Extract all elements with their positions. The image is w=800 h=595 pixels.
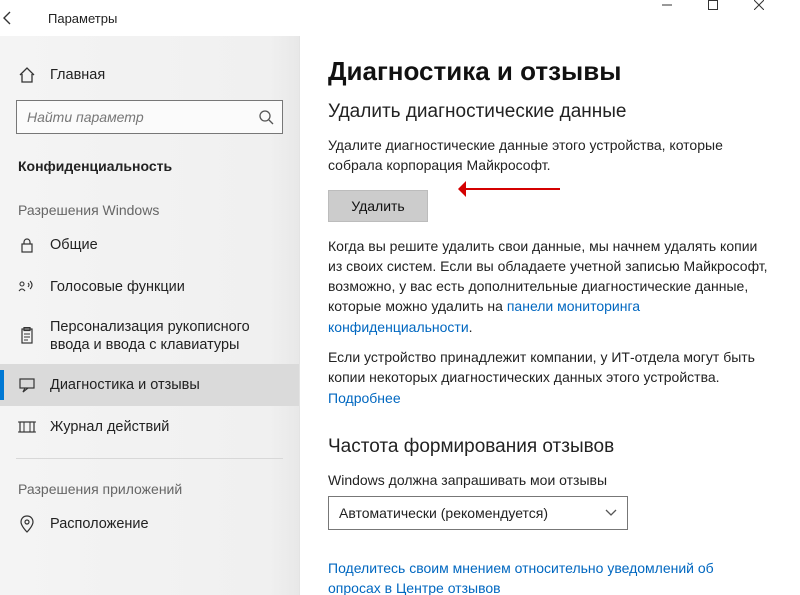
sidebar-item-label: Голосовые функции bbox=[50, 278, 283, 296]
back-button[interactable] bbox=[0, 10, 44, 26]
search-input[interactable] bbox=[16, 100, 283, 134]
minimize-button[interactable] bbox=[662, 0, 708, 36]
feedback-frequency-select[interactable]: Автоматически (рекомендуется) bbox=[328, 496, 628, 530]
delete-button[interactable]: Удалить bbox=[328, 190, 428, 222]
intro-text: Удалите диагностические данные этого уст… bbox=[328, 135, 768, 176]
sidebar: Главная Конфиденциальность Разрешения Wi… bbox=[0, 36, 300, 595]
lock-icon bbox=[18, 236, 36, 254]
location-icon bbox=[18, 515, 36, 533]
feedback-frequency-value: Автоматически (рекомендуется) bbox=[339, 505, 548, 521]
feedback-label: Windows должна запрашивать мои отзывы bbox=[328, 472, 772, 488]
chevron-down-icon bbox=[605, 509, 617, 517]
annotation-arrow bbox=[450, 185, 560, 193]
section-subheading: Удалить диагностические данные bbox=[328, 101, 772, 123]
sidebar-group-windows: Разрешения Windows bbox=[0, 180, 299, 224]
sidebar-item-label: Общие bbox=[50, 236, 283, 254]
sidebar-home-label: Главная bbox=[50, 66, 283, 84]
sidebar-item-activity[interactable]: Журнал действий bbox=[0, 406, 299, 448]
sidebar-item-label: Диагностика и отзывы bbox=[50, 376, 283, 394]
after-delete-text: Когда вы решите удалить свои данные, мы … bbox=[328, 236, 768, 337]
title-bar: Параметры bbox=[0, 0, 800, 36]
feedback-icon bbox=[18, 376, 36, 394]
feedback-frequency-heading: Частота формирования отзывов bbox=[328, 436, 772, 458]
page-title: Диагностика и отзывы bbox=[328, 56, 772, 87]
sidebar-item-speech[interactable]: Голосовые функции bbox=[0, 266, 299, 308]
sidebar-item-label: Журнал действий bbox=[50, 418, 283, 436]
share-opinion: Поделитесь своим мнением относительно ув… bbox=[328, 558, 768, 595]
window-title: Параметры bbox=[44, 11, 662, 26]
clipboard-icon bbox=[18, 327, 36, 345]
after-delete-post: . bbox=[469, 319, 473, 335]
search-container bbox=[16, 100, 283, 134]
search-icon[interactable] bbox=[249, 100, 283, 134]
home-icon bbox=[18, 66, 36, 84]
close-button[interactable] bbox=[754, 0, 800, 36]
sidebar-home[interactable]: Главная bbox=[0, 54, 299, 96]
sidebar-item-inking[interactable]: Персонализация рукописного ввода и ввода… bbox=[0, 308, 299, 364]
learn-more-link[interactable]: Подробнее bbox=[328, 390, 401, 406]
sidebar-group-apps: Разрешения приложений bbox=[0, 459, 299, 503]
speech-icon bbox=[18, 278, 36, 296]
activity-icon bbox=[18, 418, 36, 436]
maximize-button[interactable] bbox=[708, 0, 754, 36]
sidebar-item-general[interactable]: Общие bbox=[0, 224, 299, 266]
sidebar-current-section: Конфиденциальность bbox=[0, 148, 299, 180]
sidebar-item-diagnostics[interactable]: Диагностика и отзывы bbox=[0, 364, 299, 406]
sidebar-item-label: Персонализация рукописного ввода и ввода… bbox=[50, 318, 283, 354]
main-content: Диагностика и отзывы Удалить диагностиче… bbox=[300, 36, 800, 595]
share-opinion-link[interactable]: Поделитесь своим мнением относительно ув… bbox=[328, 560, 714, 595]
sidebar-item-location[interactable]: Расположение bbox=[0, 503, 299, 545]
sidebar-item-label: Расположение bbox=[50, 515, 283, 533]
company-note: Если устройство принадлежит компании, у … bbox=[328, 347, 768, 408]
